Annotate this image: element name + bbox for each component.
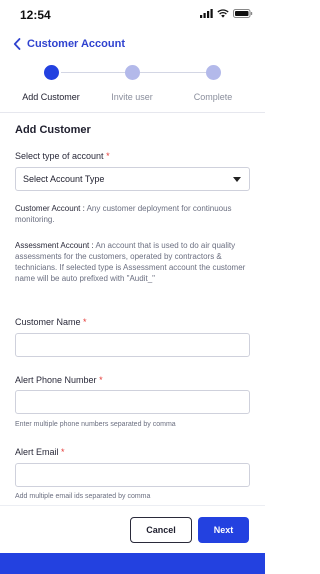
alert-phone-input[interactable] xyxy=(15,390,250,414)
alert-email-label: Alert Email * xyxy=(15,447,65,457)
back-button[interactable] xyxy=(8,34,26,54)
wifi-icon xyxy=(217,9,229,18)
customer-name-input[interactable] xyxy=(15,333,250,357)
bottom-bar xyxy=(0,553,265,574)
customer-account-term: Customer Account : xyxy=(15,204,85,213)
next-button[interactable]: Next xyxy=(198,517,249,543)
customer-name-label: Customer Name * xyxy=(15,317,87,327)
battery-icon xyxy=(233,9,253,18)
account-type-select[interactable]: Select Account Type xyxy=(15,167,250,191)
step-dot-complete xyxy=(206,65,221,80)
customer-name-label-text: Customer Name xyxy=(15,317,81,327)
step-dot-invite-user xyxy=(125,65,140,80)
required-mark: * xyxy=(99,375,103,385)
account-type-label-text: Select type of account xyxy=(15,151,104,161)
page-title: Customer Account xyxy=(27,38,125,50)
alert-email-label-text: Alert Email xyxy=(15,447,59,457)
footer-actions: Cancel Next xyxy=(0,505,265,553)
step-label-invite-user: Invite user xyxy=(111,92,153,102)
assessment-account-term: Assessment Account : xyxy=(15,241,94,250)
alert-email-input[interactable] xyxy=(15,463,250,487)
required-mark: * xyxy=(61,447,65,457)
status-icons xyxy=(200,9,253,18)
alert-phone-hint: Enter multiple phone numbers separated b… xyxy=(15,421,176,428)
stepper: Add Customer Invite user Complete xyxy=(0,60,265,108)
divider xyxy=(0,112,265,113)
header: Customer Account xyxy=(0,30,265,58)
account-type-selected-value: Select Account Type xyxy=(23,174,105,184)
step-connector xyxy=(61,72,125,73)
cellular-signal-icon xyxy=(200,9,213,18)
required-mark: * xyxy=(106,151,110,161)
assessment-account-description: Assessment Account : An account that is … xyxy=(15,240,250,284)
required-mark: * xyxy=(83,317,87,327)
status-bar: 12:54 xyxy=(0,0,265,30)
customer-account-description: Customer Account : Any customer deployme… xyxy=(15,203,250,225)
step-connector xyxy=(140,72,206,73)
step-label-complete: Complete xyxy=(193,92,233,102)
cancel-button[interactable]: Cancel xyxy=(130,517,192,543)
step-dot-add-customer xyxy=(44,65,59,80)
caret-down-icon xyxy=(233,177,241,182)
chevron-left-icon xyxy=(13,38,21,50)
step-label-add-customer: Add Customer xyxy=(22,92,80,102)
account-type-label: Select type of account * xyxy=(15,151,110,161)
alert-email-hint: Add multiple email ids separated by comm… xyxy=(15,493,151,500)
section-title: Add Customer xyxy=(15,124,91,136)
alert-phone-label-text: Alert Phone Number xyxy=(15,375,97,385)
alert-phone-label: Alert Phone Number * xyxy=(15,375,103,385)
status-time: 12:54 xyxy=(20,8,51,22)
